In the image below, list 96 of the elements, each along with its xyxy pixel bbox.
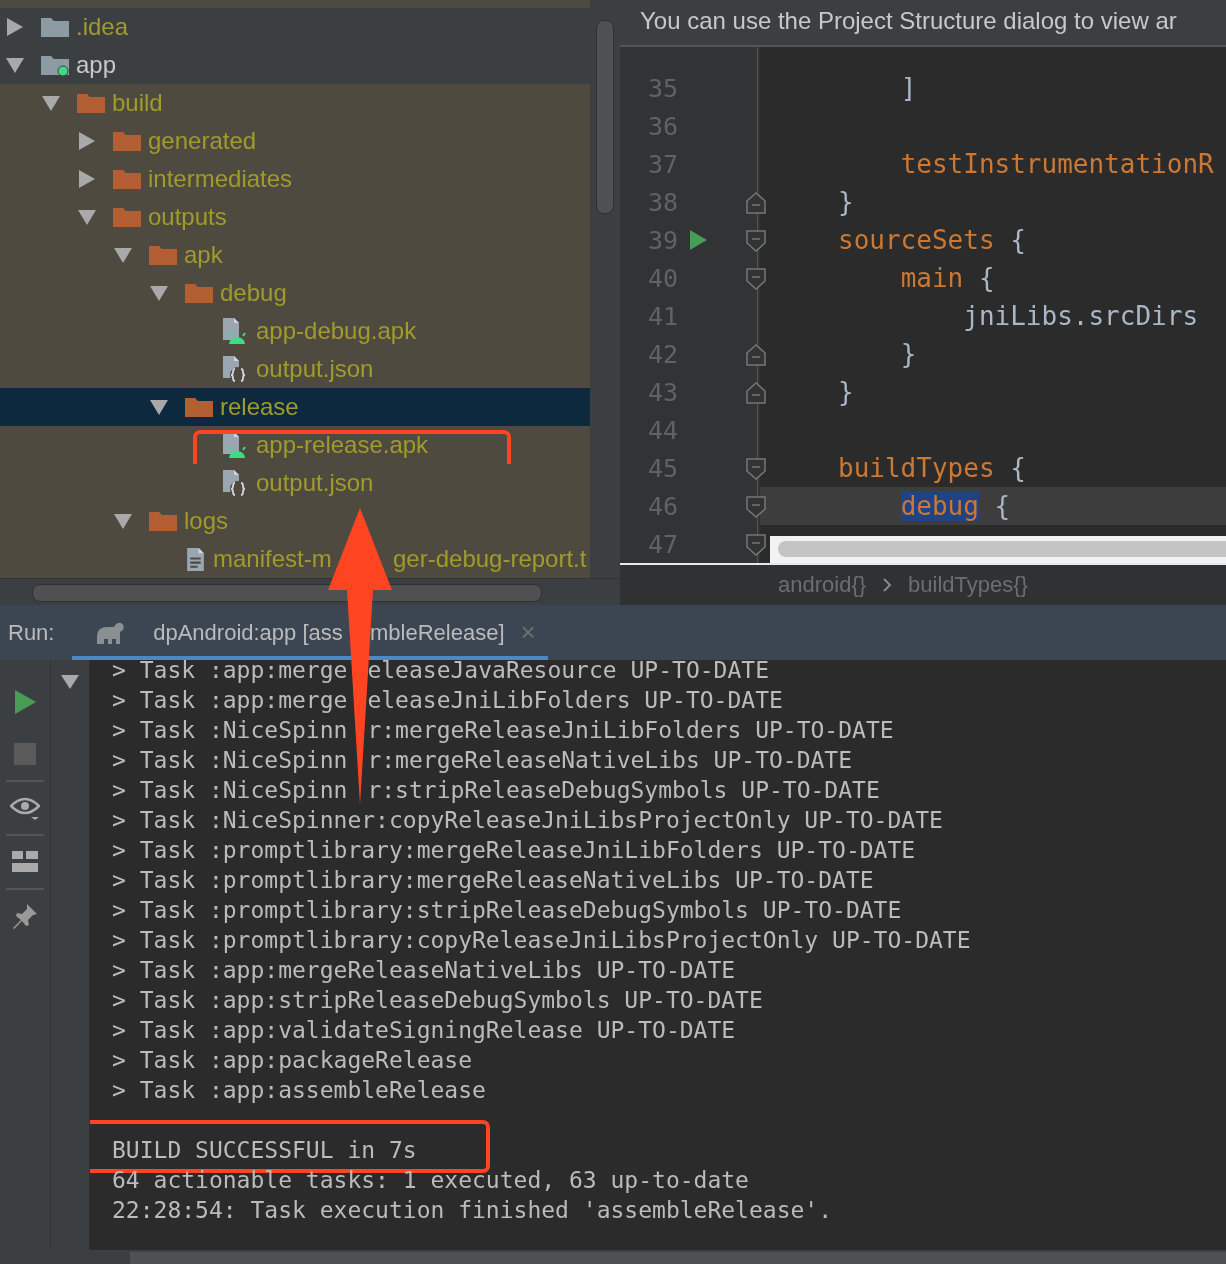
module-folder-icon — [40, 53, 70, 77]
file-name: debug — [220, 279, 287, 307]
code-token: } — [838, 377, 854, 407]
console-line: > Task :NiceSpinn — [112, 777, 348, 803]
console-line: > Task :promptlibrary:mergeReleaseJniLibFolders UP-TO-DATE — [112, 837, 916, 863]
code-token: { — [1010, 225, 1026, 255]
run-label: Run: — [8, 619, 56, 646]
code-token: { — [1010, 453, 1026, 483]
file-name: ger-debug-report.t — [393, 545, 587, 573]
console-line: > Task :app:assembleRelease — [112, 1077, 486, 1103]
run-icon[interactable] — [13, 689, 37, 715]
tree-item[interactable]: release — [0, 388, 590, 426]
code-token: sourceSets — [838, 225, 995, 255]
expand-arrow-icon[interactable] — [4, 55, 26, 75]
console-line: eleaseJavaResource UP-TO-DATE — [367, 660, 769, 683]
console-line: > Task :app:packageRelease — [112, 1047, 473, 1073]
file-name: generated — [148, 127, 257, 155]
run-icon[interactable] — [689, 230, 707, 250]
console-line: BUILD SUCCESSFUL in 7s — [112, 1137, 417, 1163]
dropdown-arrow-icon[interactable] — [60, 674, 80, 690]
scrollbar-thumb[interactable] — [32, 584, 542, 602]
eye-icon[interactable] — [10, 795, 40, 821]
expand-arrow-icon[interactable] — [112, 245, 134, 265]
fold-icon[interactable] — [746, 268, 766, 290]
file-name: build — [112, 89, 163, 117]
layout-icon[interactable] — [12, 851, 38, 873]
file-name: app — [76, 51, 117, 79]
folder-icon — [112, 205, 142, 229]
console-line: 22:28:54: Task execution finished 'assembleRelease'. — [112, 1197, 833, 1223]
file-name: intermediates — [148, 165, 293, 193]
unfold-icon[interactable] — [746, 382, 766, 404]
console-line: > Task :app:merge — [112, 687, 348, 713]
console-line: > Task :app:validateSigningRelease UP-TO-DATE — [112, 1017, 736, 1043]
file-name: output.json — [256, 469, 374, 497]
chevron-icon — [882, 577, 893, 593]
code-token: } — [900, 339, 917, 369]
code-token: testInstrumentationR — [900, 149, 1214, 179]
code-token: debug — [900, 491, 979, 521]
code-token: buildTypes — [838, 453, 995, 483]
file-name: outputs — [148, 203, 227, 231]
expand-arrow-icon[interactable] — [148, 283, 170, 303]
scrollbar-thumb[interactable] — [778, 541, 1226, 557]
folder-icon — [184, 395, 214, 419]
console-line: r:stripReleaseDebugSymbols UP-TO-DATE — [367, 777, 880, 803]
file-name: .idea — [76, 13, 129, 41]
fold-icon[interactable] — [746, 458, 766, 480]
folder-icon — [40, 15, 70, 39]
text-file-icon — [187, 547, 204, 571]
code-token: { — [994, 491, 1011, 521]
folder-icon — [148, 509, 178, 533]
console-line: > Task :NiceSpinner:copyReleaseJniLibsProjectOnly UP-TO-DATE — [112, 807, 943, 833]
console-line: > Task :promptlibrary:stripReleaseDebugSymbols UP-TO-DATE — [112, 897, 902, 923]
file-name: app-release.apk — [256, 431, 429, 459]
console-line: > Task :app:merge — [112, 660, 348, 683]
console-line: > Task :NiceSpinn — [112, 747, 348, 773]
file-name: release — [220, 393, 299, 421]
folder-icon — [112, 167, 142, 191]
code-token: } — [838, 187, 854, 217]
console-line: > Task :app:mergeReleaseNativeLibs UP-TO-DATE — [112, 957, 736, 983]
console-line: > Task :app:stripReleaseDebugSymbols UP-TO-DATE — [112, 987, 763, 1013]
folder-icon — [184, 281, 214, 305]
fold-icon[interactable] — [746, 496, 766, 518]
file-name: logs — [184, 507, 229, 535]
file-name: app-debug.apk — [256, 317, 417, 345]
code-token: jniLibs.srcDirs — [963, 301, 1199, 331]
expand-arrow-icon[interactable] — [148, 397, 170, 417]
fold-icon[interactable] — [746, 534, 766, 556]
console-line: r:mergeReleaseNativeLibs UP-TO-DATE — [367, 747, 853, 773]
console-line: 64 actionable tasks: 1 executed, 63 up-to-date — [112, 1167, 749, 1193]
file-name: manifest-m — [213, 545, 332, 572]
unfold-icon[interactable] — [746, 344, 766, 366]
fold-icon[interactable] — [746, 230, 766, 252]
folder-icon — [112, 129, 142, 153]
folder-icon — [148, 243, 178, 267]
file-name: apk — [184, 241, 223, 269]
tree-item[interactable]: .idea — [0, 8, 590, 46]
notification-text: You can use the Project Structure dialog to view ar — [620, 0, 1226, 47]
file-name: output.json — [256, 355, 374, 383]
code-token: main — [900, 263, 964, 293]
code-token: { — [978, 263, 995, 293]
scrollbar-thumb[interactable] — [596, 20, 614, 214]
console-line: > Task :promptlibrary:copyReleaseJniLibsProjectOnly UP-TO-DATE — [112, 927, 971, 953]
expand-arrow-icon[interactable] — [112, 511, 134, 531]
console-line: > Task :promptlibrary:mergeReleaseNativeLibs UP-TO-DATE — [112, 867, 874, 893]
tree-item[interactable]: app — [0, 46, 590, 84]
expand-arrow-icon[interactable] — [40, 93, 62, 113]
console-line: > Task :NiceSpinn — [112, 717, 348, 743]
console-line: eleaseJniLibFolders UP-TO-DATE — [367, 687, 783, 713]
unfold-icon[interactable] — [746, 192, 766, 214]
code-token: ] — [900, 73, 917, 103]
folder-icon — [76, 91, 106, 115]
pin-icon[interactable] — [11, 902, 39, 930]
breadcrumb[interactable]: android{} — [778, 572, 867, 598]
breadcrumb[interactable]: buildTypes{} — [908, 572, 1028, 598]
console-line: r:mergeReleaseJniLibFolders UP-TO-DATE — [367, 717, 894, 743]
expand-arrow-icon[interactable] — [76, 207, 98, 227]
